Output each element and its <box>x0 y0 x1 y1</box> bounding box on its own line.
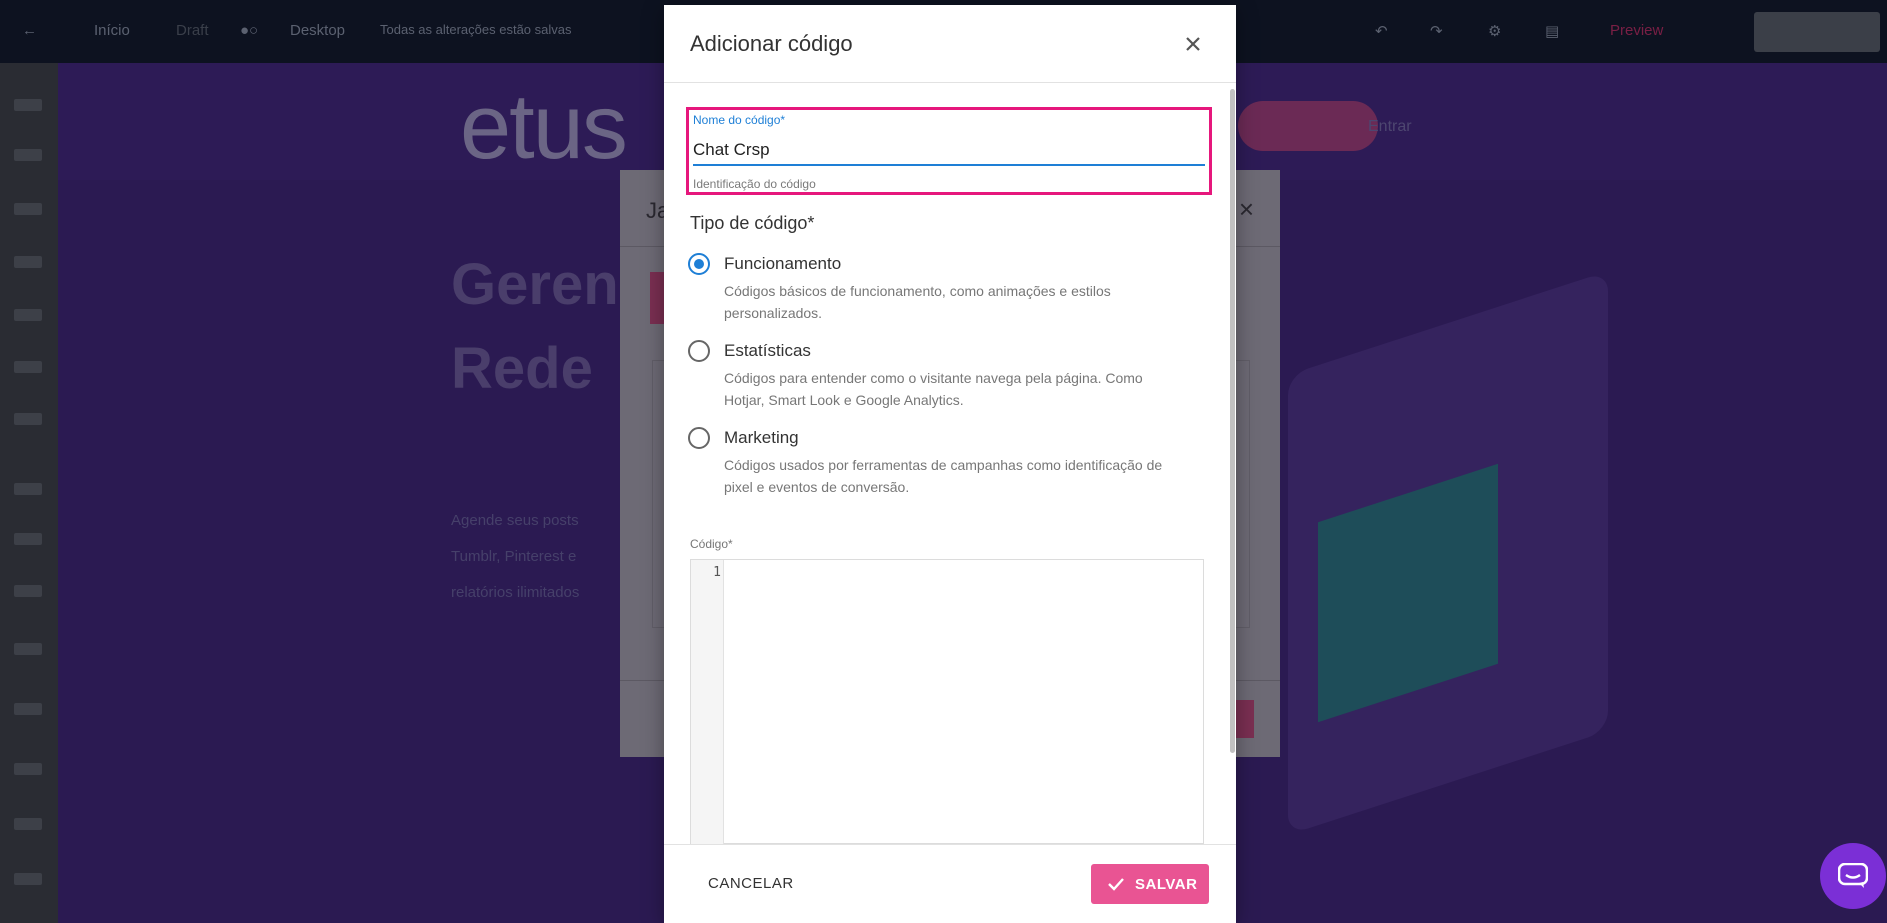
modal-footer: CANCELAR SALVAR <box>664 844 1236 923</box>
close-icon <box>1186 37 1200 51</box>
redo-icon[interactable]: ↷ <box>1430 22 1443 40</box>
radio-button[interactable] <box>688 340 710 362</box>
modal-title: Adicionar código <box>690 31 853 56</box>
preview-link[interactable]: Preview <box>1610 22 1663 39</box>
chat-icon <box>1838 863 1868 888</box>
page-name[interactable]: Início <box>94 22 130 39</box>
radio-option-description: Códigos para entender como o visitante n… <box>724 370 1143 408</box>
device-toggle-label: Desktop <box>290 22 346 39</box>
add-code-modal: Adicionar código Nome do código* Identif… <box>664 5 1236 923</box>
layout-icon[interactable]: ▤ <box>1545 22 1559 40</box>
hero-text: Agende seus posts Tumblr, Pinterest e re… <box>451 512 580 601</box>
line-number: 1 <box>713 565 721 580</box>
sidebar-tool[interactable] <box>14 533 42 545</box>
close-button[interactable] <box>1176 27 1210 61</box>
radio-option-description: Códigos usados por ferramentas de campan… <box>724 457 1163 495</box>
sidebar-tool[interactable] <box>14 585 42 597</box>
code-name-hint: Identificação do código <box>693 177 816 191</box>
chat-widget-button[interactable] <box>1820 843 1886 909</box>
code-editor-gutter: 1 <box>691 560 724 844</box>
editor-sidebar <box>0 63 58 923</box>
radio-option-title: Funcionamento <box>724 254 842 273</box>
code-type-label: Tipo de código* <box>690 213 815 233</box>
sidebar-tool[interactable] <box>14 483 42 495</box>
sidebar-tool[interactable] <box>14 149 42 161</box>
sidebar-tool[interactable] <box>14 818 42 830</box>
background-dialog-close-icon: × <box>1238 194 1254 224</box>
modal-header: Adicionar código <box>664 5 1236 83</box>
sidebar-tool[interactable] <box>14 413 42 425</box>
undo-icon[interactable]: ↶ <box>1375 22 1388 40</box>
site-cta-button <box>1238 101 1378 151</box>
sidebar-tool[interactable] <box>14 256 42 268</box>
modal-scrollbar[interactable] <box>1230 89 1235 753</box>
sidebar-tool[interactable] <box>14 873 42 885</box>
code-editor: 1 <box>690 559 1204 844</box>
save-button-label: SALVAR <box>1135 876 1198 893</box>
sidebar-tool[interactable] <box>14 643 42 655</box>
code-name-label: Nome do código* <box>693 113 786 127</box>
publish-button[interactable] <box>1754 12 1880 52</box>
radio-option-description: Códigos básicos de funcionamento, como a… <box>724 283 1111 321</box>
hero-title-line: Rede <box>451 336 593 401</box>
cancel-button[interactable]: CANCELAR <box>690 865 812 903</box>
radio-button-checked[interactable] <box>688 253 710 275</box>
radio-option-estatisticas[interactable]: Estatísticas Códigos para entender como … <box>688 340 1208 420</box>
check-icon <box>1108 878 1124 891</box>
radio-option-funcionamento[interactable]: Funcionamento Códigos básicos de funcion… <box>688 253 1208 333</box>
sidebar-tool[interactable] <box>14 763 42 775</box>
radio-option-title: Marketing <box>724 428 799 447</box>
sidebar-tool[interactable] <box>14 361 42 373</box>
settings-icon[interactable]: ⚙ <box>1488 22 1501 40</box>
site-logo: etus <box>460 76 628 178</box>
radio-option-marketing[interactable]: Marketing Códigos usados por ferramentas… <box>688 427 1208 507</box>
site-login-link: Entrar <box>1368 118 1412 135</box>
page-status: Draft <box>176 22 209 39</box>
sidebar-tool[interactable] <box>14 99 42 111</box>
sidebar-tool[interactable] <box>14 309 42 321</box>
back-icon[interactable]: ← <box>22 22 37 39</box>
code-name-input[interactable] <box>693 136 1205 166</box>
radio-button[interactable] <box>688 427 710 449</box>
sidebar-tool[interactable] <box>14 203 42 215</box>
code-label: Código* <box>690 537 733 551</box>
code-name-field: Nome do código* Identificação do código <box>686 107 1212 195</box>
device-toggle[interactable]: ●○ <box>240 22 258 39</box>
modal-body: Nome do código* Identificação do código … <box>664 83 1236 844</box>
hero-title: Geren Rede <box>451 243 619 411</box>
save-status-text: Todas as alterações estão salvas <box>380 22 572 37</box>
code-input-area[interactable] <box>725 560 1203 843</box>
save-button[interactable]: SALVAR <box>1091 864 1209 904</box>
sidebar-tool[interactable] <box>14 703 42 715</box>
radio-option-title: Estatísticas <box>724 341 811 360</box>
hero-title-line: Geren <box>451 252 619 317</box>
